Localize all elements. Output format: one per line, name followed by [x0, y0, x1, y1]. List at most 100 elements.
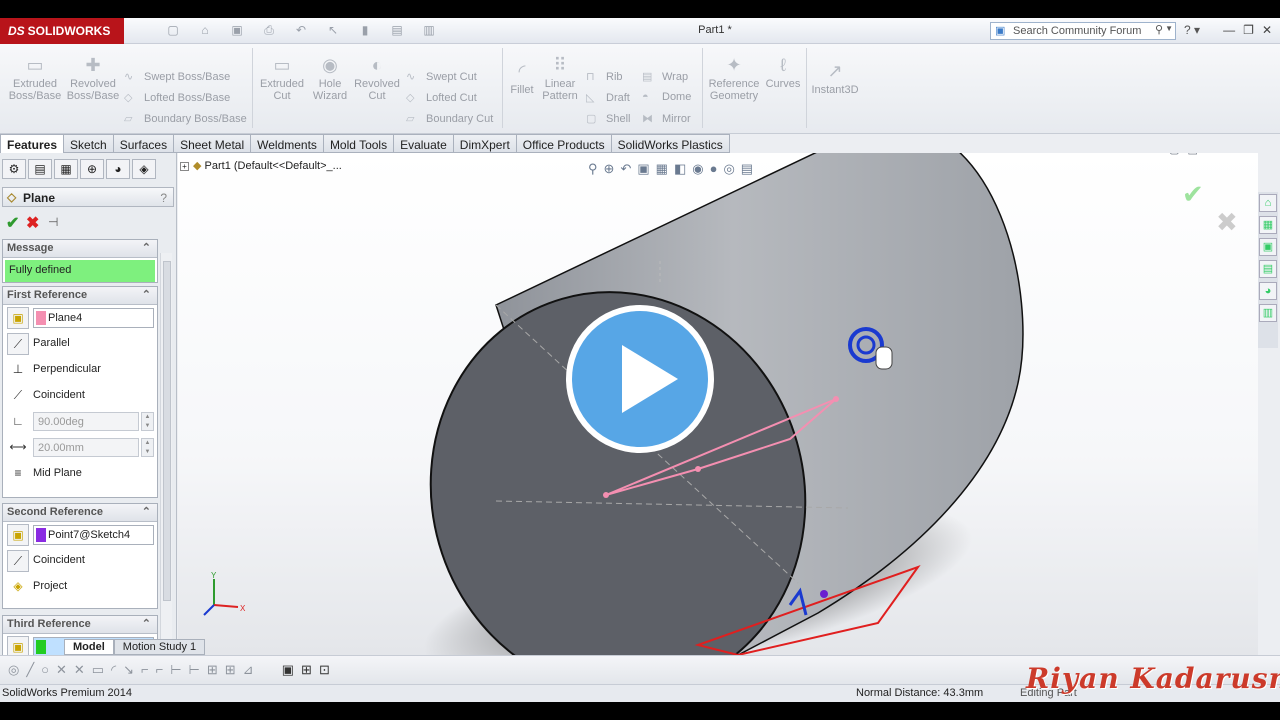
tab-sketch[interactable]: Sketch — [64, 134, 114, 153]
boundary-boss-button[interactable]: ▱ Boundary Boss/Base — [124, 112, 247, 125]
sketch-point[interactable] — [695, 466, 701, 472]
distance-spinner[interactable]: ▲ ▼ — [141, 438, 154, 457]
extruded-boss-button[interactable]: ▭ Extruded Boss/Base — [8, 54, 62, 102]
tab-mold-tools[interactable]: Mold Tools — [323, 134, 395, 153]
tab-sheet-metal[interactable]: Sheet Metal — [174, 134, 252, 153]
open-icon[interactable]: ⌂ — [192, 23, 218, 39]
second-coincident-option[interactable]: ⟋ Coincident — [3, 548, 157, 574]
video-play-button[interactable] — [566, 305, 714, 453]
ok-check-icon[interactable]: ✔ — [6, 213, 19, 233]
panel-scrollbar[interactable] — [160, 253, 172, 669]
file-properties-icon[interactable]: ▤ — [384, 23, 410, 39]
help-icon[interactable]: ? ▾ — [1184, 23, 1200, 37]
section-view-icon[interactable]: ▣ — [637, 161, 649, 177]
lofted-cut-button[interactable]: ◇ Lofted Cut — [406, 91, 477, 104]
reference-geometry-button[interactable]: ✦ Reference Geometry — [706, 54, 762, 102]
rib-button[interactable]: ⊓ Rib — [586, 70, 623, 83]
sketch-point[interactable] — [833, 396, 839, 402]
undo-icon[interactable]: ↶ — [288, 23, 314, 39]
display-manager-icon[interactable]: ◕ — [106, 159, 130, 179]
viewport-close-icon[interactable]: ✕ — [1243, 153, 1252, 156]
view-settings-icon[interactable]: ▤ — [741, 161, 753, 177]
appearance-icon[interactable]: ◈ — [132, 159, 156, 179]
view-palette-icon[interactable]: ▤ — [1259, 260, 1277, 278]
first-reference-selection-box[interactable]: Plane4 — [33, 308, 154, 328]
appearance-icon[interactable]: ● — [710, 161, 718, 177]
shell-button[interactable]: ▢ Shell — [586, 112, 630, 125]
tab-model[interactable]: Model — [64, 639, 114, 655]
dome-button[interactable]: ◓ Dome — [642, 91, 691, 103]
linear-pattern-button[interactable]: ⠿ Linear Pattern — [538, 54, 582, 102]
close-window-icon[interactable]: ✕ — [1262, 23, 1272, 37]
appearances-icon[interactable]: ◕ — [1259, 282, 1277, 300]
collapse-chevron-icon[interactable]: ⌃ — [142, 617, 151, 630]
angle-spinner[interactable]: ▲ ▼ — [141, 412, 154, 431]
design-library-icon[interactable]: ▦ — [1259, 216, 1277, 234]
zoom-to-fit-icon[interactable]: ⚲ — [588, 161, 598, 177]
viewport-minimize-icon[interactable]: — — [1206, 153, 1217, 156]
new-document-icon[interactable]: ▢ — [160, 23, 186, 39]
search-community-input[interactable]: ▣ Search Community Forum ⚲ ▼ — [990, 22, 1176, 40]
cylinder-model-scene[interactable] — [178, 153, 1258, 655]
hole-wizard-button[interactable]: ◉ Hole Wizard — [308, 54, 352, 102]
angle-input[interactable]: 90.00deg — [33, 412, 139, 431]
collapse-chevron-icon[interactable]: ⌃ — [142, 241, 151, 254]
view-orientation-icon[interactable]: ▦ — [656, 161, 668, 177]
scene-icon[interactable]: ◎ — [723, 161, 734, 177]
dimxpert-manager-icon[interactable]: ⊕ — [80, 159, 104, 179]
previous-view-icon[interactable]: ↶ — [620, 161, 631, 177]
perpendicular-option[interactable]: ⊥ Perpendicular — [3, 357, 157, 383]
zoom-area-icon[interactable]: ⊕ — [604, 161, 615, 177]
second-reference-header[interactable]: Second Reference ⌃ — [3, 504, 157, 522]
configuration-manager-icon[interactable]: ▦ — [54, 159, 78, 179]
curves-button[interactable]: ℓ Curves — [764, 54, 802, 90]
revolved-cut-button[interactable]: ◐ Revolved Cut — [352, 54, 402, 102]
confirmation-cancel-icon[interactable]: ✖ — [1216, 207, 1238, 238]
scrollbar-thumb[interactable] — [163, 261, 171, 601]
file-explorer-icon[interactable]: ▣ — [1259, 238, 1277, 256]
viewport-icon-1[interactable]: ▢ — [1169, 153, 1179, 156]
tab-motion-study[interactable]: Motion Study 1 — [113, 639, 206, 655]
feature-manager-icon[interactable]: ⚙ — [2, 159, 26, 179]
mirror-button[interactable]: ⧓ Mirror — [642, 112, 691, 125]
point7-marker[interactable] — [820, 590, 828, 598]
tab-surfaces[interactable]: Surfaces — [113, 134, 175, 153]
coincident-option[interactable]: ⟋ Coincident — [3, 383, 157, 409]
tab-evaluate[interactable]: Evaluate — [394, 134, 454, 153]
search-dropdown-icon[interactable]: ▼ — [1165, 24, 1173, 33]
third-reference-header[interactable]: Third Reference ⌃ — [3, 616, 157, 634]
tab-features[interactable]: Features — [0, 134, 65, 153]
boundary-cut-button[interactable]: ▱ Boundary Cut — [406, 112, 493, 125]
help-question-icon[interactable]: ? — [160, 191, 167, 205]
message-header[interactable]: Message ⌃ — [3, 240, 157, 258]
camera-icon[interactable]: ▣⊞⊡ — [282, 662, 337, 677]
graphics-area[interactable]: + ◆ Part1 (Default<<Default>_... ⚲ ⊕ ↶ ▣ … — [178, 153, 1258, 655]
collapse-chevron-icon[interactable]: ⌃ — [142, 505, 151, 518]
viewport-restore-icon[interactable]: ❐ — [1225, 153, 1235, 156]
viewport-icon-2[interactable]: ▣ — [1188, 153, 1198, 156]
hide-show-icon[interactable]: ◉ — [692, 161, 703, 177]
tab-weldments[interactable]: Weldments — [251, 134, 324, 153]
lofted-boss-button[interactable]: ◇ Lofted Boss/Base — [124, 91, 230, 104]
confirmation-ok-icon[interactable]: ✔ — [1182, 179, 1204, 210]
feature-tree-flyout[interactable]: + ◆ Part1 (Default<<Default>_... — [180, 159, 342, 172]
wrap-button[interactable]: ▤ Wrap — [642, 70, 688, 83]
first-reference-header[interactable]: First Reference ⌃ — [3, 287, 157, 305]
cancel-x-icon[interactable]: ✖ — [26, 213, 39, 233]
tab-dimxpert[interactable]: DimXpert — [453, 134, 517, 153]
magnifier-icon[interactable]: ⚲ — [1155, 23, 1163, 36]
distance-input[interactable]: 20.00mm — [33, 438, 139, 457]
custom-properties-icon[interactable]: ▥ — [1259, 304, 1277, 322]
property-manager-icon[interactable]: ▤ — [28, 159, 52, 179]
swept-boss-button[interactable]: ∿ Swept Boss/Base — [124, 70, 230, 83]
second-reference-selection-box[interactable]: Point7@Sketch4 — [33, 525, 154, 545]
instant3d-button[interactable]: ↗ Instant3D — [810, 60, 860, 96]
collapse-chevron-icon[interactable]: ⌃ — [142, 288, 151, 301]
swept-cut-button[interactable]: ∿ Swept Cut — [406, 70, 477, 83]
fillet-button[interactable]: ◜ Fillet — [506, 60, 538, 96]
solidworks-resources-icon[interactable]: ⌂ — [1259, 194, 1277, 212]
options-icon[interactable]: ▥ — [416, 23, 442, 39]
tab-solidworks-plastics[interactable]: SolidWorks Plastics — [611, 134, 730, 153]
minimize-icon[interactable]: — — [1223, 23, 1235, 37]
display-style-icon[interactable]: ◧ — [674, 161, 686, 177]
